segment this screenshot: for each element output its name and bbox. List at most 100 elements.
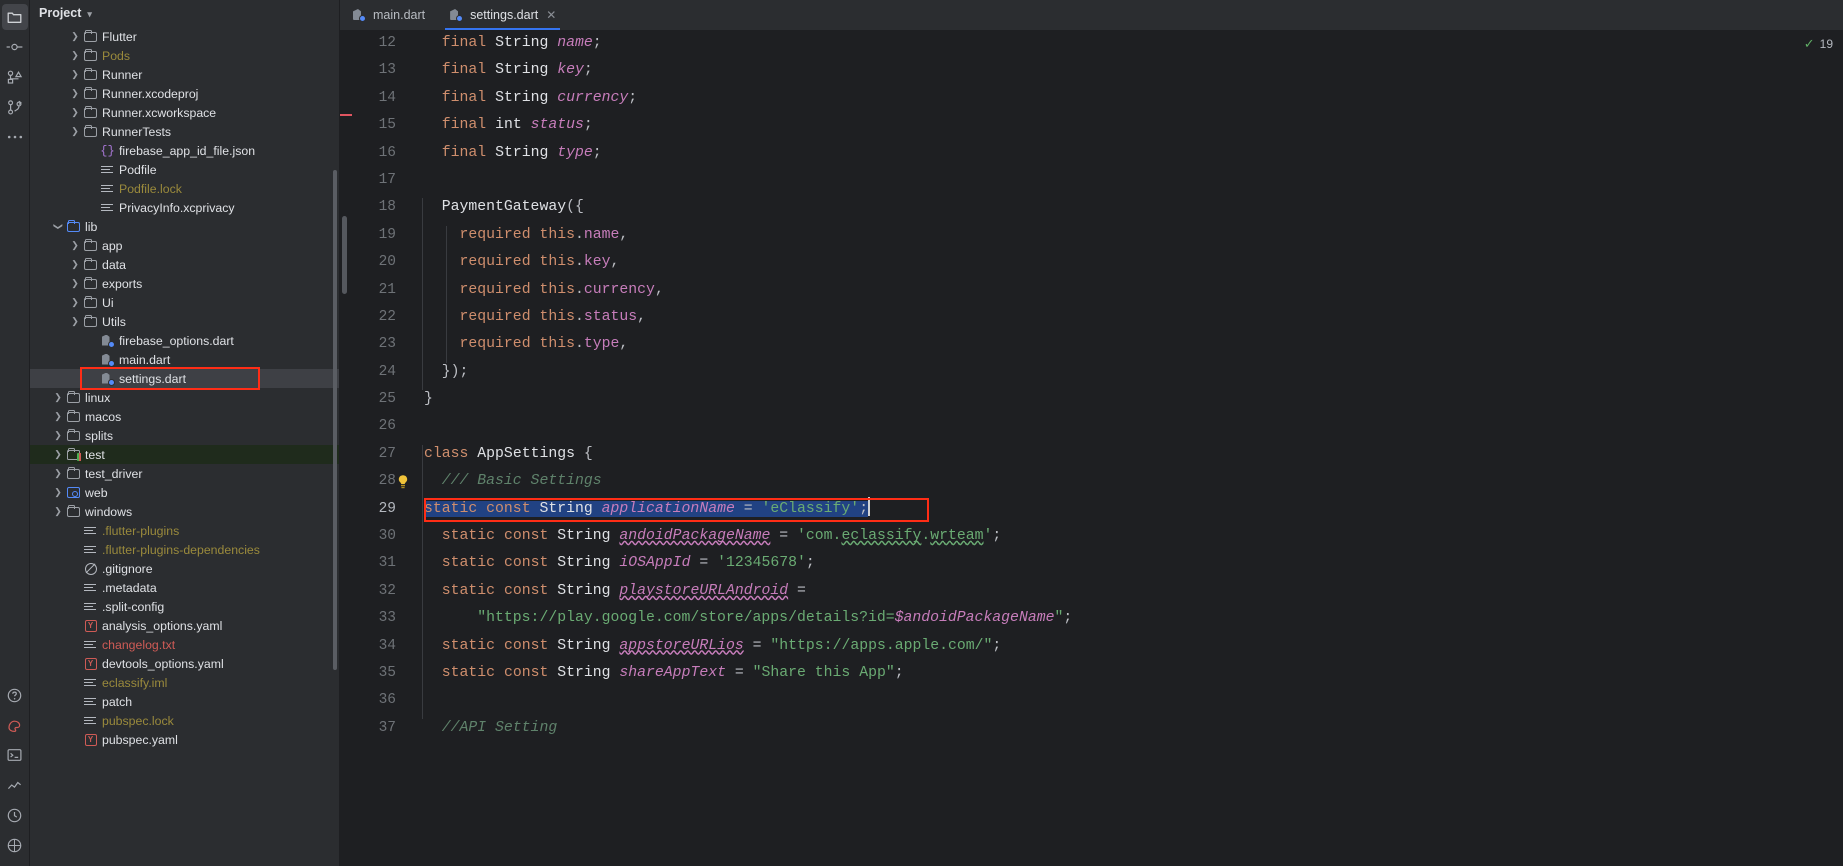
chevron-right-icon[interactable]: ❯ [68, 70, 82, 79]
chevron-right-icon[interactable]: ❯ [51, 469, 65, 478]
chevron-right-icon[interactable]: ❯ [68, 127, 82, 136]
chevron-right-icon[interactable]: ❯ [68, 298, 82, 307]
chevron-right-icon[interactable]: ❯ [68, 108, 82, 117]
editor-body[interactable]: 1213141516171819202122232425262728293031… [340, 30, 1843, 866]
tree-node-runner-xcworkspace[interactable]: ❯Runner.xcworkspace [30, 103, 339, 122]
tree-node-devtools-options-yaml[interactable]: Ydevtools_options.yaml [30, 654, 339, 673]
tree-node-podfile[interactable]: Podfile [30, 160, 339, 179]
tree-node-test-driver[interactable]: ❯test_driver [30, 464, 339, 483]
code-line-32[interactable]: static const String playstoreURLAndroid … [424, 578, 1843, 605]
code-line-20[interactable]: required this.key, [424, 249, 1843, 276]
chevron-right-icon[interactable]: ❯ [68, 241, 82, 250]
notifications-button[interactable] [2, 802, 28, 828]
code-line-16[interactable]: final String type; [424, 140, 1843, 167]
chevron-right-icon[interactable]: ❯ [68, 260, 82, 269]
code-line-17[interactable] [424, 167, 1843, 194]
code-line-18[interactable]: PaymentGateway({ [424, 194, 1843, 221]
code-line-30[interactable]: static const String andoidPackageName = … [424, 523, 1843, 550]
editor-tab-main-dart[interactable]: main.dart [340, 0, 437, 30]
tree-node-runner[interactable]: ❯Runner [30, 65, 339, 84]
code-line-35[interactable]: static const String shareAppText = "Shar… [424, 660, 1843, 687]
tree-node-pods[interactable]: ❯Pods [30, 46, 339, 65]
commit-tool-window-button[interactable] [2, 34, 28, 60]
tree-node-patch[interactable]: patch [30, 692, 339, 711]
editor-gutter[interactable]: 1213141516171819202122232425262728293031… [340, 30, 412, 866]
project-tool-window-button[interactable] [2, 4, 28, 30]
code-line-29[interactable]: static const String applicationName = 'e… [424, 496, 1843, 523]
tree-node-changelog-txt[interactable]: changelog.txt [30, 635, 339, 654]
tree-node-gitignore[interactable]: .gitignore [30, 559, 339, 578]
tree-node-runnertests[interactable]: ❯RunnerTests [30, 122, 339, 141]
tree-node-eclassify-iml[interactable]: eclassify.iml [30, 673, 339, 692]
chevron-right-icon[interactable]: ❯ [51, 412, 65, 421]
tree-node-data[interactable]: ❯data [30, 255, 339, 274]
tree-node-splits[interactable]: ❯splits [30, 426, 339, 445]
help-button[interactable] [2, 682, 28, 708]
close-icon[interactable]: ✕ [546, 8, 556, 22]
code-line-12[interactable]: final String name; [424, 30, 1843, 57]
tree-node-pubspec-lock[interactable]: pubspec.lock [30, 711, 339, 730]
tree-node-test[interactable]: ❯test [30, 445, 339, 464]
chevron-down-icon[interactable]: ❯ [54, 220, 63, 234]
tree-node-app[interactable]: ❯app [30, 236, 339, 255]
editor-tab-settings-dart[interactable]: settings.dart✕ [437, 0, 568, 30]
tree-node-firebase-options-dart[interactable]: firebase_options.dart [30, 331, 339, 350]
tree-node-windows[interactable]: ❯windows [30, 502, 339, 521]
code-line-27[interactable]: class AppSettings { [424, 441, 1843, 468]
tree-node-flutter[interactable]: ❯Flutter [30, 27, 339, 46]
tree-node-runner-xcodeproj[interactable]: ❯Runner.xcodeproj [30, 84, 339, 103]
structure-tool-window-button[interactable] [2, 64, 28, 90]
code-line-31[interactable]: static const String iOSAppId = '12345678… [424, 550, 1843, 577]
chevron-right-icon[interactable]: ❯ [51, 450, 65, 459]
tree-node-ui[interactable]: ❯Ui [30, 293, 339, 312]
tree-node-web[interactable]: ❯web [30, 483, 339, 502]
tree-node-settings-dart[interactable]: settings.dart [30, 369, 339, 388]
tree-node-firebase-app-id-file-json[interactable]: {}firebase_app_id_file.json [30, 141, 339, 160]
tree-node-analysis-options-yaml[interactable]: Yanalysis_options.yaml [30, 616, 339, 635]
terminal-button[interactable] [2, 742, 28, 768]
code-line-19[interactable]: required this.name, [424, 222, 1843, 249]
code-line-24[interactable]: }); [424, 359, 1843, 386]
chevron-right-icon[interactable]: ❯ [68, 51, 82, 60]
tree-node-lib[interactable]: ❯lib [30, 217, 339, 236]
tree-node-main-dart[interactable]: main.dart [30, 350, 339, 369]
code-line-36[interactable] [424, 687, 1843, 714]
tree-node-linux[interactable]: ❯linux [30, 388, 339, 407]
chevron-down-icon[interactable]: ▾ [87, 9, 92, 20]
chevron-right-icon[interactable]: ❯ [51, 507, 65, 516]
project-panel-header[interactable]: Project ▾ [30, 0, 339, 26]
code-line-28[interactable]: /// Basic Settings [424, 468, 1843, 495]
inspection-widget[interactable]: ✓ 19 [1804, 36, 1833, 52]
code-line-13[interactable]: final String key; [424, 57, 1843, 84]
code-line-15[interactable]: final int status; [424, 112, 1843, 139]
tree-node-pubspec-yaml[interactable]: Ypubspec.yaml [30, 730, 339, 749]
chevron-right-icon[interactable]: ❯ [68, 89, 82, 98]
code-line-21[interactable]: required this.currency, [424, 277, 1843, 304]
code-line-14[interactable]: final String currency; [424, 85, 1843, 112]
chevron-right-icon[interactable]: ❯ [68, 317, 82, 326]
chevron-right-icon[interactable]: ❯ [68, 32, 82, 41]
tree-node-flutter-plugins-dependencies[interactable]: .flutter-plugins-dependencies [30, 540, 339, 559]
code-line-37[interactable]: //API Setting [424, 715, 1843, 742]
more-tool-windows-button[interactable] [2, 124, 28, 150]
code-line-22[interactable]: required this.status, [424, 304, 1843, 331]
project-file-tree[interactable]: ❯Flutter❯Pods❯Runner❯Runner.xcodeproj❯Ru… [30, 26, 339, 866]
chevron-right-icon[interactable]: ❯ [68, 279, 82, 288]
code-line-23[interactable]: required this.type, [424, 331, 1843, 358]
project-panel-scrollbar[interactable] [333, 170, 337, 670]
chevron-right-icon[interactable]: ❯ [51, 393, 65, 402]
tree-node-exports[interactable]: ❯exports [30, 274, 339, 293]
editor-vertical-scroll-thumb[interactable] [342, 216, 347, 294]
tree-node-utils[interactable]: ❯Utils [30, 312, 339, 331]
code-line-33[interactable]: "https://play.google.com/store/apps/deta… [424, 605, 1843, 632]
tree-node-metadata[interactable]: .metadata [30, 578, 339, 597]
code-line-26[interactable] [424, 413, 1843, 440]
chevron-right-icon[interactable]: ❯ [51, 488, 65, 497]
chevron-right-icon[interactable]: ❯ [51, 431, 65, 440]
problems-button[interactable] [2, 712, 28, 738]
tree-node-split-config[interactable]: .split-config [30, 597, 339, 616]
tree-node-macos[interactable]: ❯macos [30, 407, 339, 426]
tree-node-flutter-plugins[interactable]: .flutter-plugins [30, 521, 339, 540]
code-line-34[interactable]: static const String appstoreURLios = "ht… [424, 633, 1843, 660]
flutter-inspector-button[interactable] [2, 832, 28, 858]
